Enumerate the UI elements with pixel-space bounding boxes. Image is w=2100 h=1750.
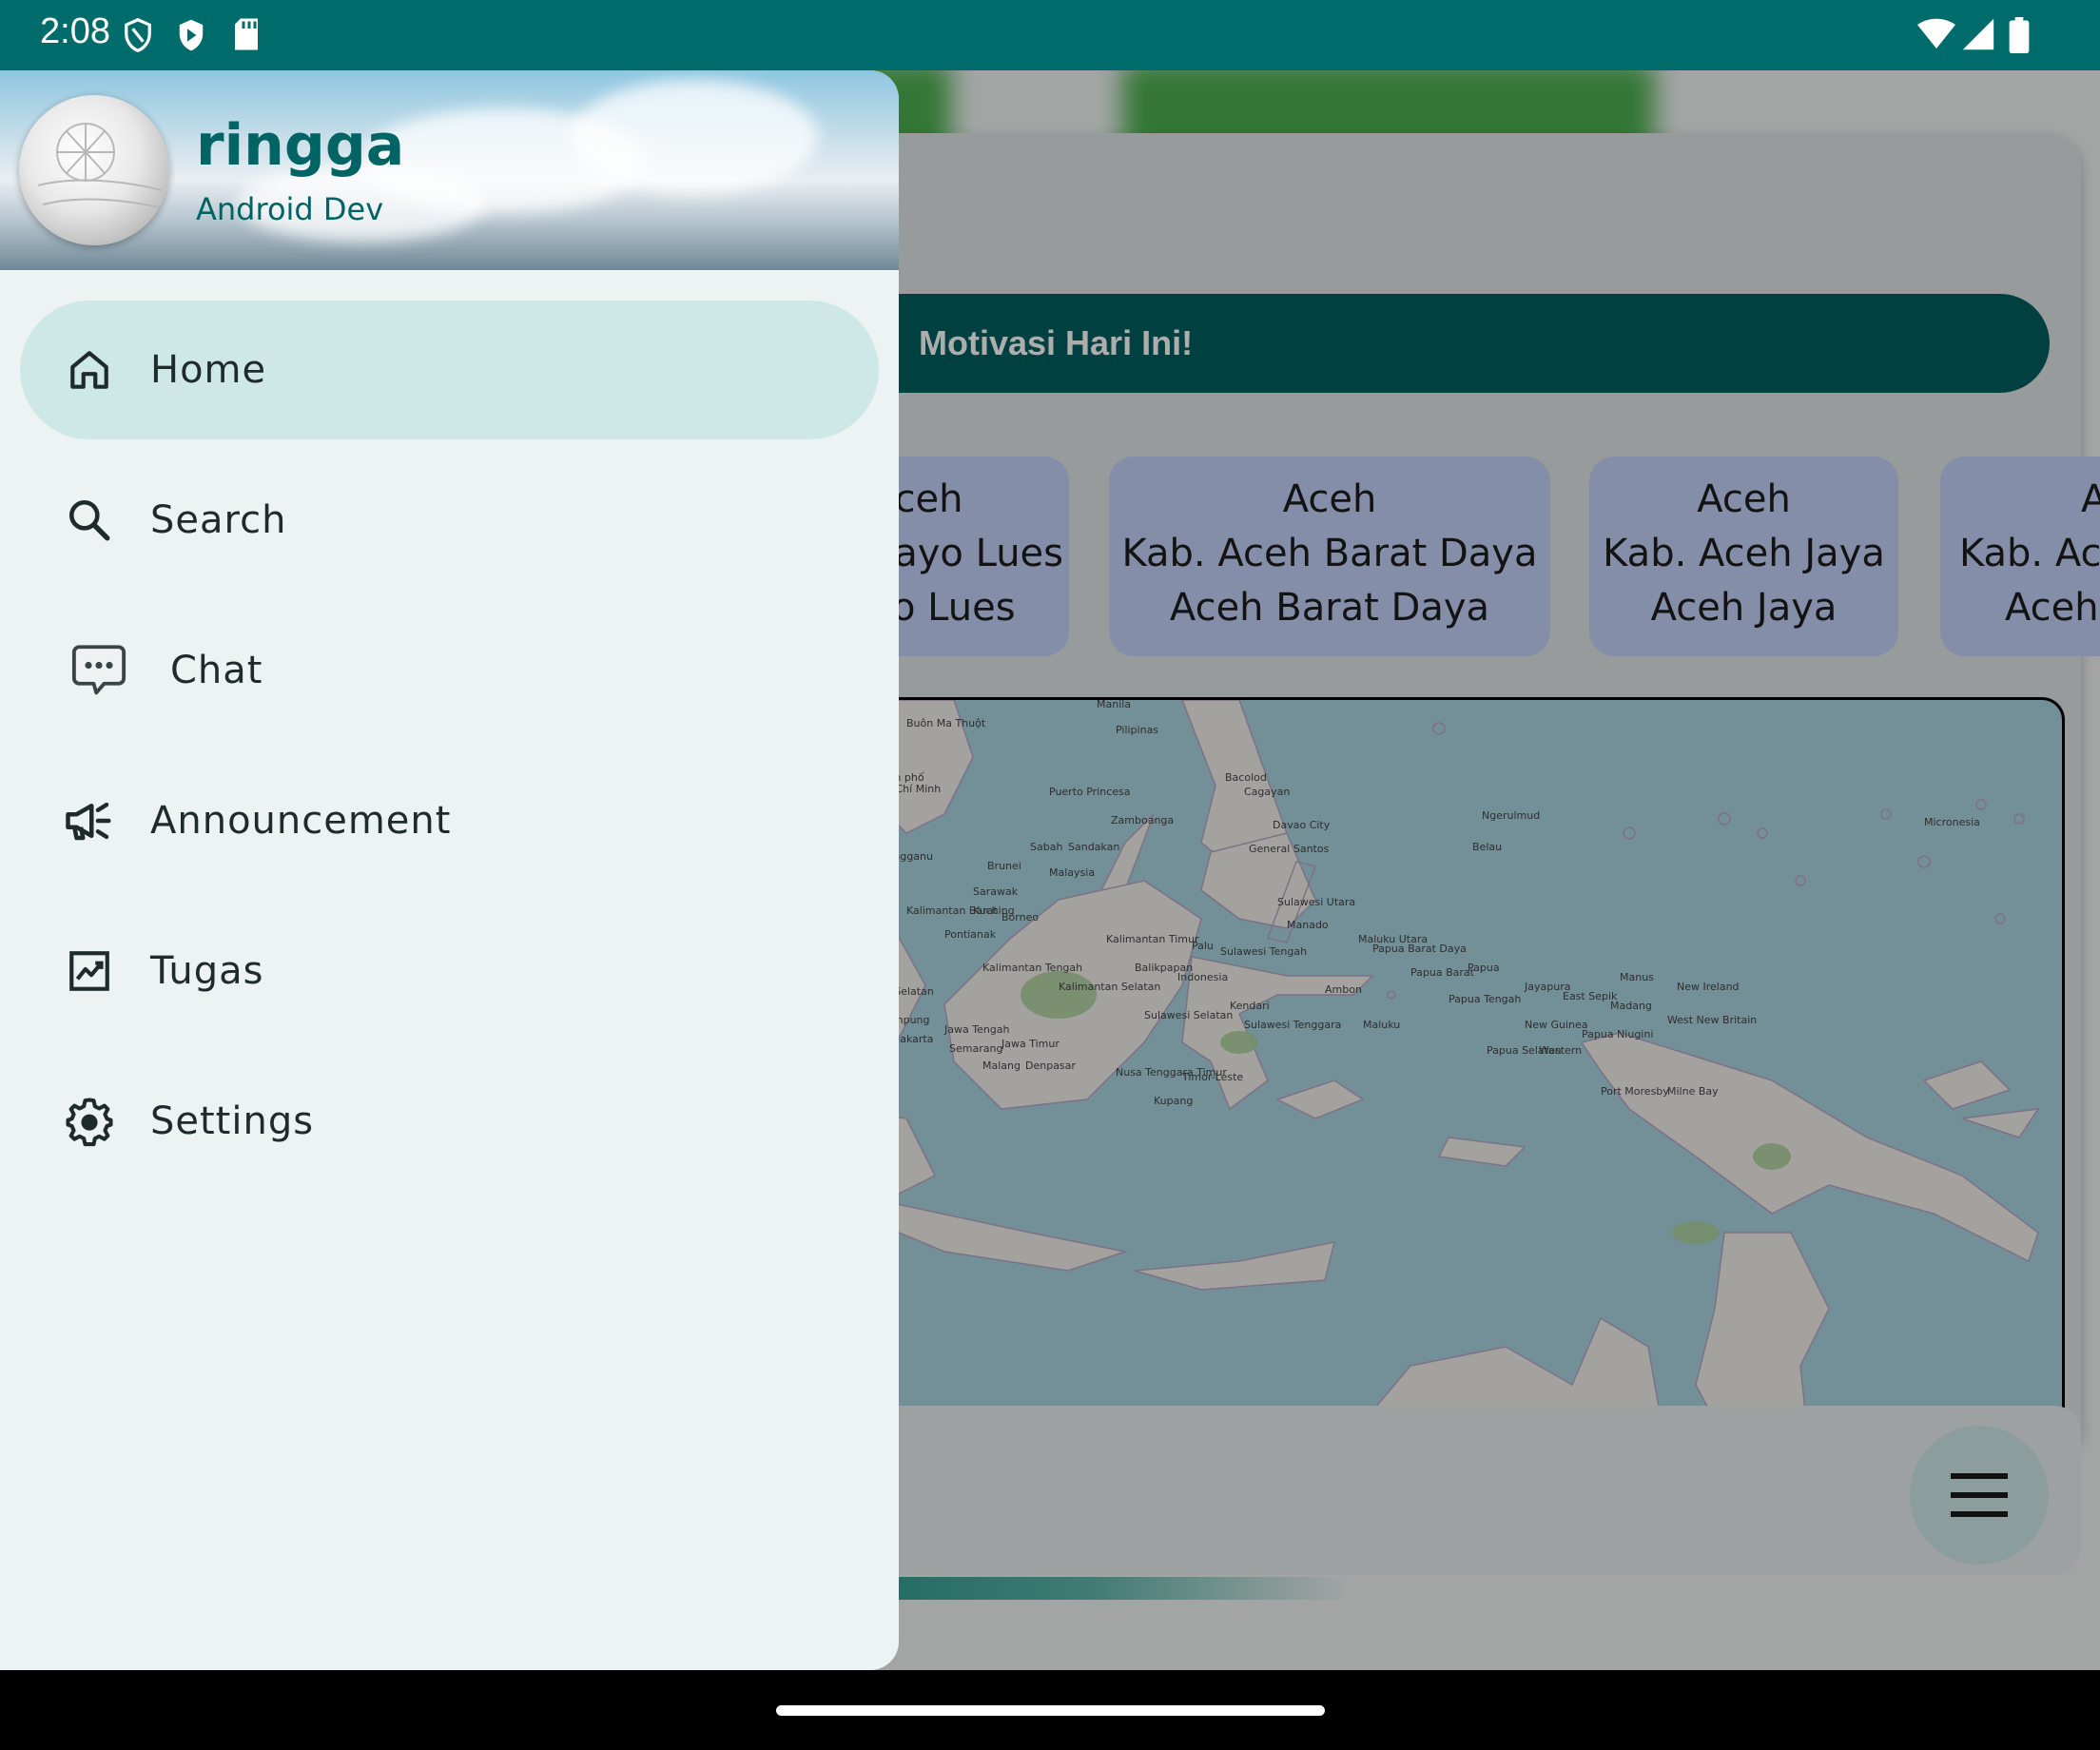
nav-item-chat[interactable]: Chat (20, 601, 879, 740)
user-name: ringga (196, 112, 405, 179)
chart-icon (69, 951, 109, 991)
avatar[interactable] (19, 95, 169, 245)
play-protect-icon (179, 19, 204, 51)
user-role: Android Dev (196, 191, 384, 227)
nav-item-tugas[interactable]: Tugas (20, 902, 879, 1040)
avatar-image (37, 123, 163, 208)
nav-item-announcement[interactable]: Announcement (20, 751, 879, 890)
navigation-drawer: ringga Android Dev Home Search Chat Anno… (0, 70, 899, 1670)
nav-label: Settings (150, 1099, 315, 1143)
nav-label: Search (150, 498, 287, 542)
nav-label: Chat (170, 649, 263, 692)
nav-label: Announcement (150, 799, 452, 843)
nav-item-home[interactable]: Home (20, 301, 879, 439)
signal-icon (1962, 18, 1994, 50)
sd-card-icon (235, 18, 258, 50)
nav-label: Home (150, 348, 267, 392)
gear-icon (66, 1098, 113, 1147)
status-bar: 2:08 (0, 0, 2100, 70)
nav-item-settings[interactable]: Settings (20, 1052, 879, 1191)
drawer-header: ringga Android Dev (0, 70, 899, 270)
search-icon (68, 499, 110, 541)
home-icon (70, 351, 108, 389)
nav-item-search[interactable]: Search (20, 451, 879, 590)
header-cloud (571, 80, 818, 194)
nav-label: Tugas (150, 949, 264, 993)
shield-icon (125, 17, 151, 53)
status-time: 2:08 (40, 11, 110, 51)
wifi-icon (1917, 18, 1955, 49)
home-gesture-handle[interactable] (776, 1705, 1325, 1716)
chat-icon (71, 645, 126, 695)
megaphone-icon (66, 802, 111, 841)
battery-icon (2009, 17, 2030, 53)
